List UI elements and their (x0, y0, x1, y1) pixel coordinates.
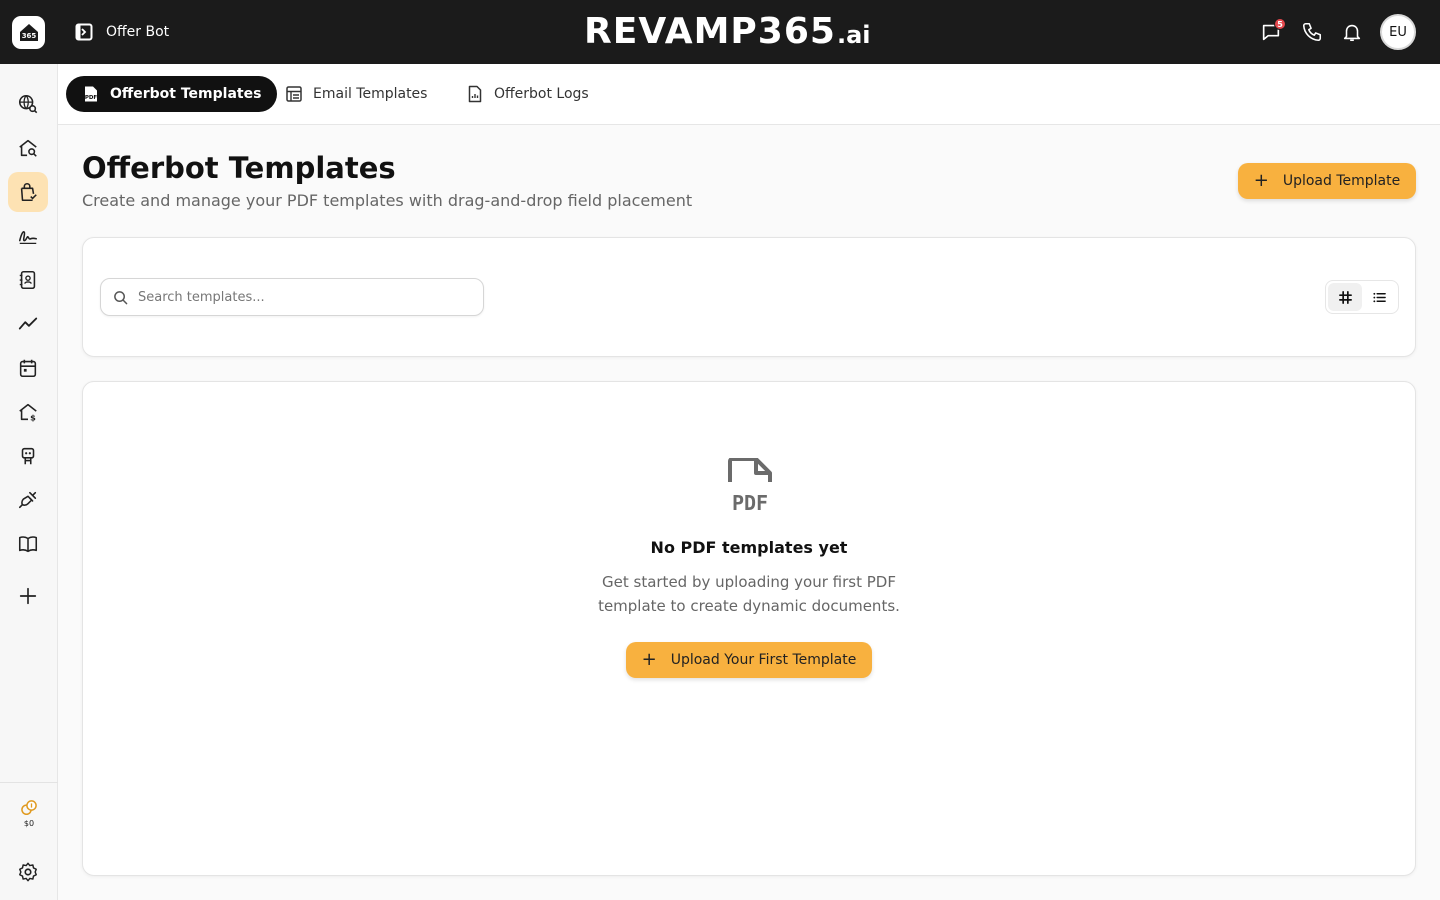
sidebar-add-button[interactable] (8, 576, 48, 616)
page-title: Offerbot Templates (82, 151, 396, 185)
page-subtitle: Create and manage your PDF templates wit… (82, 191, 693, 210)
tab-offerbot-templates[interactable]: PDF Offerbot Templates (66, 76, 278, 112)
gear-icon[interactable] (17, 861, 39, 883)
avatar[interactable]: EU (1380, 14, 1416, 50)
sidebar: $ $0 (0, 64, 58, 900)
plus-icon: + (641, 649, 657, 670)
offer-bag-icon (20, 182, 37, 202)
tab-label: Offerbot Logs (494, 86, 589, 102)
sidebar-divider (0, 782, 58, 783)
sidebar-item-contacts[interactable] (8, 260, 48, 300)
brand-tld: .ai (836, 21, 871, 49)
plus-icon: + (1253, 170, 1269, 191)
sidebar-item-offer-bot[interactable] (8, 172, 48, 212)
chat-badge: 5 (1274, 18, 1286, 30)
robot-icon (21, 447, 35, 465)
list-view-button[interactable] (1362, 283, 1396, 311)
globe-search-icon (18, 94, 38, 114)
sidebar-toggle-icon[interactable] (75, 23, 93, 41)
empty-state-description: Get started by uploading your first PDF … (83, 570, 1415, 618)
credit-amount: $0 (23, 819, 35, 828)
phone-icon[interactable] (1300, 20, 1324, 44)
search-input[interactable] (138, 289, 458, 305)
filter-card (82, 237, 1416, 357)
top-bar: 365 Offer Bot REVAMP365 .ai 5 EU (0, 0, 1440, 64)
sidebar-item-integrations[interactable] (8, 480, 48, 520)
page-crumb: Offer Bot (106, 24, 170, 40)
upload-template-label: Upload Template (1282, 173, 1401, 189)
tab-bar: PDF Offerbot Templates Email Templates O… (58, 64, 1440, 125)
signature-icon (18, 231, 38, 244)
sidebar-item-signature[interactable] (8, 216, 48, 256)
tab-offerbot-logs[interactable]: Offerbot Logs (466, 76, 589, 112)
upload-template-button[interactable]: + Upload Template (1238, 163, 1416, 199)
app-logo[interactable]: 365 (12, 16, 45, 49)
contact-book-icon (19, 270, 36, 290)
search-box[interactable] (100, 278, 484, 316)
list-icon (1372, 292, 1386, 302)
home-search-icon (19, 139, 37, 157)
svg-text:365: 365 (21, 32, 36, 40)
view-toggle (1325, 280, 1399, 314)
plug-icon (18, 491, 37, 509)
template-icon (286, 86, 302, 102)
sidebar-item-calendar[interactable] (8, 348, 48, 388)
empty-state-title: No PDF templates yet (650, 538, 848, 557)
tab-label: Offerbot Templates (110, 86, 262, 102)
analytics-icon (18, 317, 38, 330)
svg-text:$: $ (30, 412, 36, 422)
tab-email-templates[interactable]: Email Templates (285, 76, 427, 112)
empty-desc-line: Get started by uploading your first PDF (602, 573, 896, 591)
sidebar-item-analytics[interactable] (8, 304, 48, 344)
search-icon (114, 290, 128, 304)
add-icon (19, 587, 37, 605)
templates-card: PDF No PDF templates yet Get started by … (82, 381, 1416, 876)
sidebar-item-home-value[interactable]: $ (8, 392, 48, 432)
credit-balance[interactable]: $0 (10, 798, 48, 828)
calendar-icon (19, 359, 37, 378)
house-logo-icon: 365 (19, 23, 38, 41)
bell-icon[interactable] (1340, 20, 1364, 44)
sidebar-item-docs[interactable] (8, 524, 48, 564)
svg-text:PDF: PDF (732, 491, 768, 514)
sidebar-item-search[interactable] (8, 84, 48, 124)
sidebar-item-bots[interactable] (8, 436, 48, 476)
home-dollar-icon: $ (19, 403, 37, 422)
sidebar-item-home-search[interactable] (8, 128, 48, 168)
book-icon (18, 536, 38, 553)
log-file-icon (468, 85, 482, 103)
grid-view-button[interactable] (1328, 283, 1362, 311)
tab-label: Email Templates (313, 86, 428, 102)
pdf-file-icon: PDF (85, 86, 98, 102)
grid-icon (1338, 290, 1352, 304)
upload-first-template-button[interactable]: + Upload Your First Template (626, 642, 872, 678)
empty-desc-line: template to create dynamic documents. (598, 597, 900, 615)
brand-name: REVAMP365 (584, 11, 836, 52)
brand-logo: REVAMP365 .ai (584, 12, 871, 52)
upload-first-template-label: Upload Your First Template (670, 652, 857, 668)
svg-text:PDF: PDF (85, 95, 98, 101)
coins-icon (21, 800, 37, 815)
pdf-document-icon: PDF (728, 458, 772, 514)
